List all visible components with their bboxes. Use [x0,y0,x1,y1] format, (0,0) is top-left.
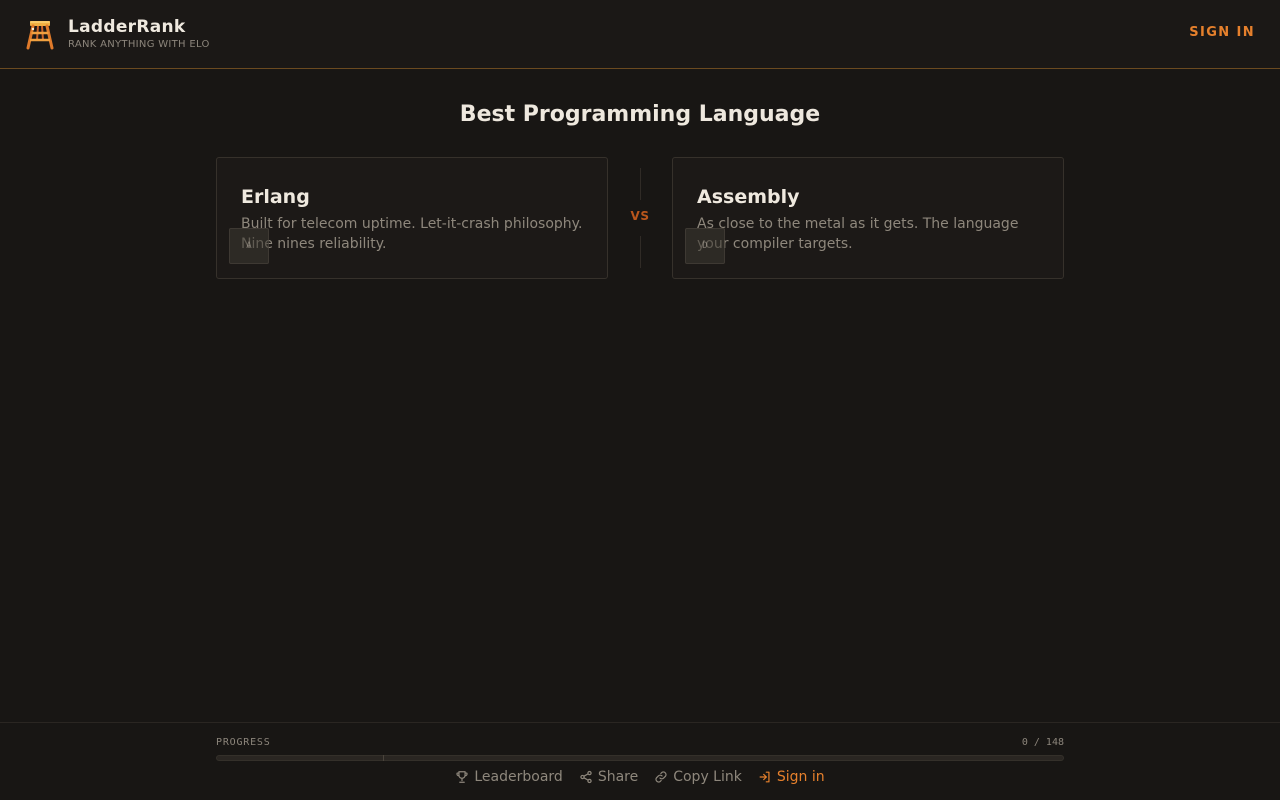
keyboard-hint: D [685,228,725,264]
vs-label: VS [630,209,650,223]
copy-link-label: Copy Link [673,769,742,785]
trophy-icon [456,771,469,783]
footer-nav: Leaderboard Share Copy Link Sign in [0,769,1280,785]
progress-count: 0 / 148 [1021,737,1064,748]
brand-tagline: RANK ANYTHING WITH ELO [68,39,210,50]
share-label: Share [597,769,639,785]
vs-divider-top [640,168,641,200]
footer-sign-in-link[interactable]: Sign in [758,769,825,785]
leaderboard-link[interactable]: Leaderboard [455,769,563,785]
progress-footer: PROGRESS 0 / 148 Leaderboard Share Copy … [0,722,1280,800]
share-icon [580,770,592,784]
option-description: Built for telecom uptime. Let-it-crash p… [241,216,583,252]
option-card-left[interactable]: Erlang Built for telecom uptime. Let-it-… [216,157,608,279]
option-title: Assembly [697,186,800,208]
sign-in-icon [759,771,770,783]
top-header: LadderRank RANK ANYTHING WITH ELO SIGN I… [0,0,1280,69]
footer-sign-in-label: Sign in [776,769,825,785]
keyboard-hint: A [229,228,269,264]
option-title: Erlang [241,186,310,208]
progress-label: PROGRESS [216,737,271,748]
progress-bar [216,755,1064,761]
link-icon [655,771,667,783]
option-description: As close to the metal as it gets. The la… [697,216,1019,252]
progress-marker [383,755,384,761]
app-root: LadderRank RANK ANYTHING WITH ELO SIGN I… [0,0,1280,800]
option-card-right[interactable]: Assembly As close to the metal as it get… [672,157,1064,279]
sign-in-button[interactable]: SIGN IN [1189,25,1255,40]
share-link[interactable]: Share [579,769,638,785]
ladder-logo-icon[interactable] [24,18,56,50]
copy-link-button[interactable]: Copy Link [654,769,742,785]
leaderboard-label: Leaderboard [474,769,563,785]
page-title: Best Programming Language [459,102,821,127]
vs-divider-bottom [640,236,641,268]
brand-name[interactable]: LadderRank [68,17,186,37]
